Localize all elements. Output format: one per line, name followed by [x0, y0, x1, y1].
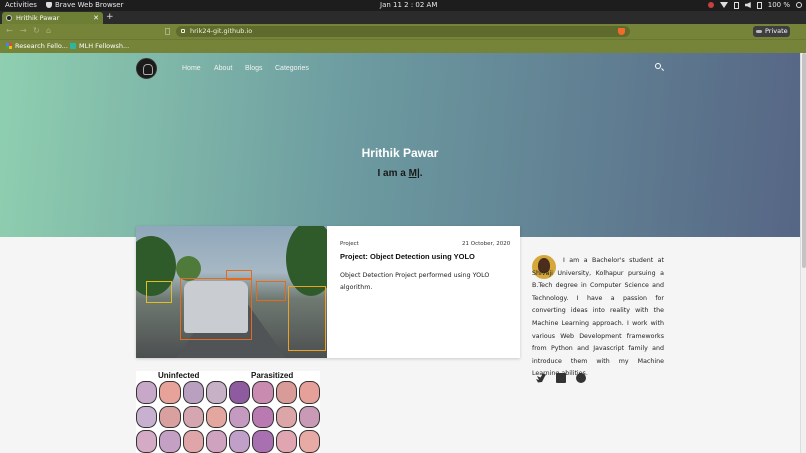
bookmark-label: MLH Fellowsh...: [79, 42, 130, 50]
site-logo[interactable]: [136, 58, 157, 79]
post-description: Object Detection Project performed using…: [340, 272, 490, 291]
app-name: Brave Web Browser: [55, 1, 124, 9]
parasitized-label: Parasitized: [251, 371, 294, 380]
tab-title: Hrithik Pawar: [16, 14, 60, 22]
nav-categories[interactable]: Categories: [275, 65, 309, 72]
post-category[interactable]: Project: [340, 241, 359, 247]
private-label: Private: [765, 27, 788, 35]
bookmarks-bar: Research Fello... MLH Fellowsh...: [0, 39, 806, 53]
hero-subtitle: I am a M|.: [0, 168, 800, 179]
nav-home[interactable]: Home: [182, 65, 201, 72]
wifi-icon: [719, 2, 728, 8]
brave-icon: [46, 2, 52, 8]
bluetooth-icon: [733, 1, 739, 9]
bookmark-label: Research Fello...: [15, 42, 68, 50]
hero-section: Home About Blogs Categories Hrithik Pawa…: [0, 53, 800, 237]
close-tab-icon[interactable]: ✕: [93, 14, 99, 22]
bookmark-mlh[interactable]: MLH Fellowsh...: [70, 42, 129, 50]
uninfected-label: Uninfected: [158, 371, 200, 380]
hero-prefix: I am a: [377, 168, 409, 179]
github-icon[interactable]: [576, 373, 586, 383]
cell-grid-image: [136, 381, 320, 453]
clock[interactable]: Jan 11 2 : 02 AM: [380, 1, 437, 9]
lock-icon: [181, 29, 185, 33]
hero-typed-text: M|: [408, 168, 420, 179]
social-links: [536, 373, 586, 383]
activities-button[interactable]: Activities: [5, 1, 37, 9]
hero-title: Hrithik Pawar: [361, 146, 439, 160]
search-icon[interactable]: [655, 63, 661, 69]
brave-shields-icon[interactable]: [618, 28, 625, 35]
browser-tab[interactable]: Hrithik Pawar ✕: [2, 12, 103, 24]
volume-icon: [744, 2, 751, 8]
power-icon: [796, 2, 802, 8]
nav-blogs[interactable]: Blogs: [245, 65, 263, 72]
new-tab-icon[interactable]: +: [106, 12, 114, 22]
record-icon: [707, 2, 714, 8]
bookmark-research[interactable]: Research Fello...: [6, 42, 68, 50]
address-bar[interactable]: hrik24-git.github.io: [176, 26, 630, 37]
page-scrollbar[interactable]: [800, 53, 806, 453]
post-title[interactable]: Project: Object Detection using YOLO: [340, 252, 475, 261]
twitter-icon[interactable]: [536, 373, 546, 383]
mlh-icon: [70, 43, 76, 49]
battery-icon: [756, 1, 762, 9]
author-bio: I am a Bachelor's student at Shivaji Uni…: [532, 257, 664, 378]
tab-strip: Hrithik Pawar ✕ +: [0, 11, 806, 24]
post-card[interactable]: Project 21 October, 2020 Project: Object…: [136, 226, 520, 358]
post-thumbnail[interactable]: [136, 226, 327, 358]
os-top-bar: Activities Brave Web Browser Jan 11 2 : …: [0, 0, 806, 11]
forward-icon[interactable]: →: [20, 26, 27, 35]
reload-icon[interactable]: ↻: [33, 26, 40, 35]
post-card-2[interactable]: Uninfected Parasitized: [136, 371, 320, 453]
nav-about[interactable]: About: [214, 65, 232, 72]
system-tray[interactable]: 100 %: [707, 1, 802, 9]
toolbar: ← → ↻ ⌂ hrik24-git.github.io Private: [0, 24, 806, 39]
private-badge[interactable]: Private: [753, 26, 790, 37]
back-icon[interactable]: ←: [6, 26, 13, 35]
scrollbar-thumb[interactable]: [802, 53, 806, 268]
bookmark-icon[interactable]: [165, 28, 170, 35]
hero-suffix: .: [419, 168, 423, 179]
google-icon: [6, 43, 12, 49]
linkedin-icon[interactable]: [556, 373, 566, 383]
private-mask-icon: [756, 30, 762, 33]
battery-level: 100 %: [767, 1, 790, 9]
favicon-icon: [6, 15, 12, 21]
app-menu[interactable]: Brave Web Browser: [46, 1, 124, 9]
post-date: 21 October, 2020: [462, 241, 511, 247]
home-icon[interactable]: ⌂: [46, 26, 51, 35]
url-text: hrik24-git.github.io: [190, 27, 253, 35]
